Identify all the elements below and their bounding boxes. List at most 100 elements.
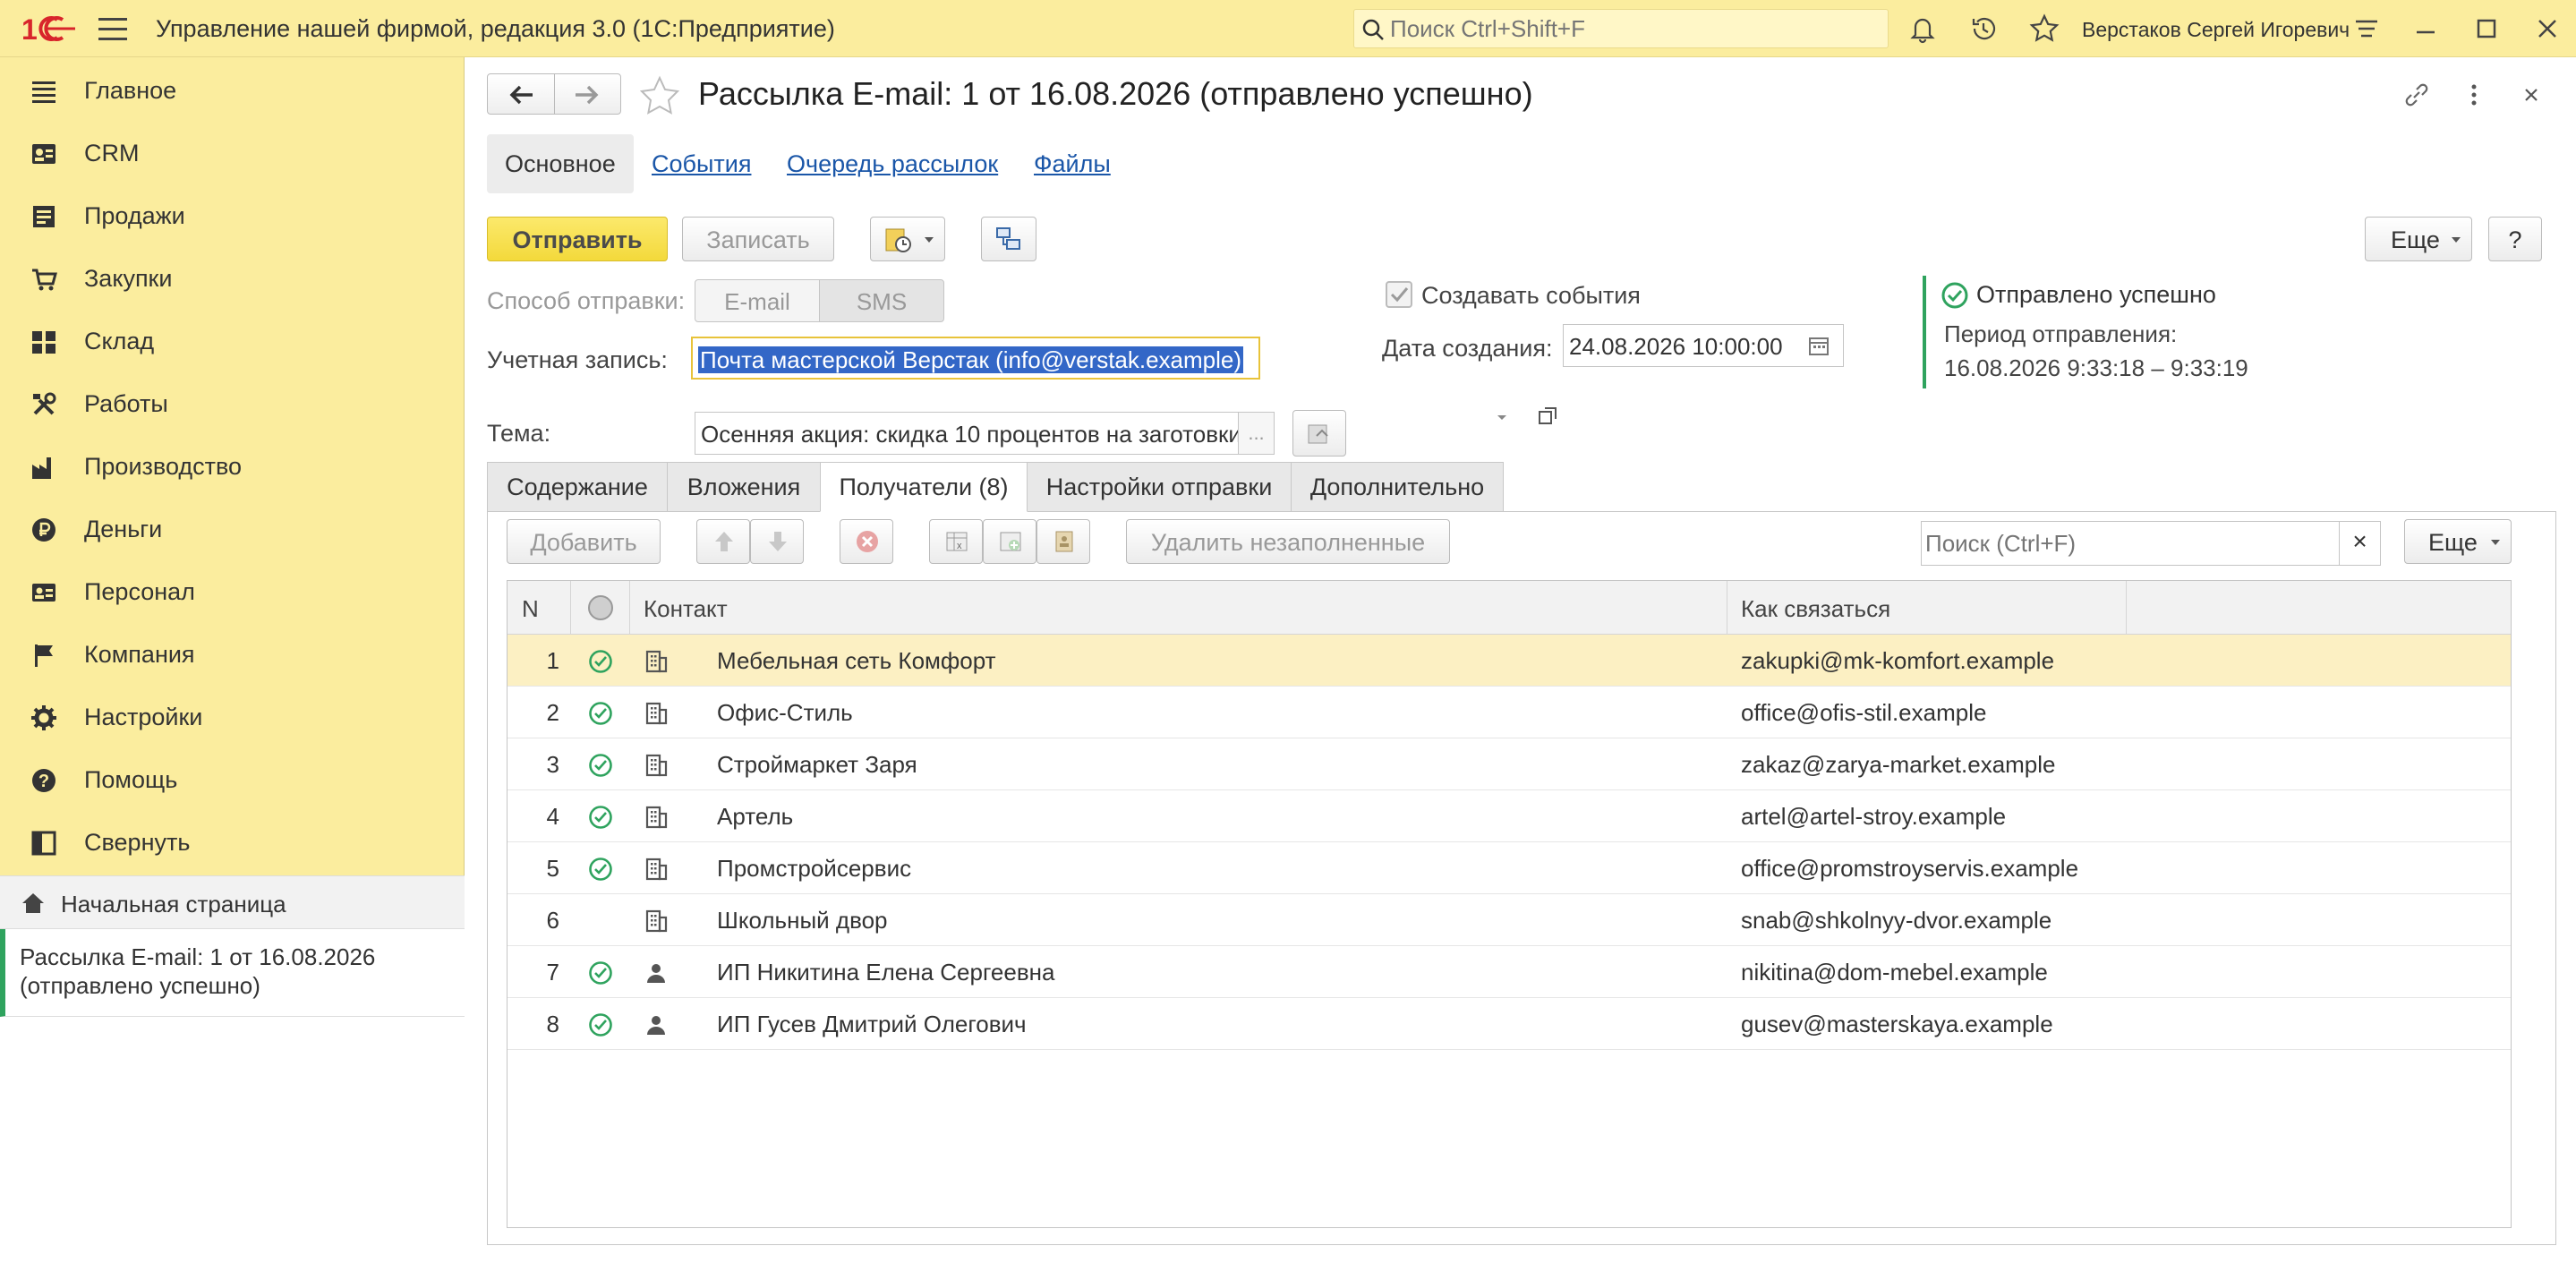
staff-icon xyxy=(32,584,55,602)
recipients-search[interactable]: × xyxy=(1921,521,2381,566)
more-actions-button[interactable]: Еще xyxy=(2365,217,2472,261)
account-dropdown-icon[interactable] xyxy=(1491,406,1513,428)
current-user[interactable]: Верстаков Сергей Игоревич xyxy=(2082,18,2350,42)
table-row[interactable]: 2 Офис-Стиль office@ofis-stil.example xyxy=(508,687,2511,738)
open-account-icon[interactable] xyxy=(1536,405,1559,428)
favorites-star-icon[interactable] xyxy=(2028,13,2060,45)
delete-empty-button[interactable]: Удалить незаполненные xyxy=(1126,519,1450,564)
column-how-to-contact[interactable]: Как связаться xyxy=(1741,595,1890,623)
table-row[interactable]: 6 Школьный двор snab@shkolnyy-dvor.example xyxy=(508,894,2511,946)
open-window-item[interactable]: Рассылка E-mail: 1 от 16.08.2026 (отправ… xyxy=(0,929,465,1017)
contact-email: artel@artel-stroy.example xyxy=(1741,803,2007,830)
recipients-table[interactable]: N Контакт Как связаться 1 Мебельная сеть … xyxy=(507,580,2512,1228)
close-form-icon[interactable] xyxy=(2515,79,2547,111)
tab-mailing-queue[interactable]: Очередь рассылок xyxy=(787,134,998,193)
global-search-input[interactable] xyxy=(1390,10,1873,47)
main-menu-icon[interactable] xyxy=(98,18,127,41)
organization-icon xyxy=(644,649,669,674)
row-number: 8 xyxy=(546,1011,559,1037)
delete-row-button[interactable] xyxy=(840,519,893,564)
tab-send-settings[interactable]: Настройки отправки xyxy=(1027,462,1292,512)
favorite-star-icon[interactable] xyxy=(637,75,682,118)
tab-additional[interactable]: Дополнительно xyxy=(1291,462,1504,512)
home-page-link[interactable]: Начальная страница xyxy=(0,875,465,929)
document-structure-icon xyxy=(996,227,1020,250)
sidebar-item-purchases[interactable]: Закупки xyxy=(0,249,465,308)
table-more-button[interactable]: Еще xyxy=(2404,519,2512,564)
minimize-icon[interactable] xyxy=(2411,14,2440,43)
sidebar-item-collapse[interactable]: Свернуть xyxy=(0,813,465,872)
sidebar-item-crm[interactable]: CRM xyxy=(0,124,465,183)
table-row[interactable]: 7 ИП Никитина Елена Сергеевна nikitina@dom… xyxy=(508,946,2511,998)
table-row[interactable]: 8 ИП Гусев Дмитрий Олегович gusev@mastersk… xyxy=(508,998,2511,1050)
send-button[interactable]: Отправить xyxy=(487,217,668,261)
method-sms-option[interactable]: SMS xyxy=(819,279,944,322)
sidebar-item-help[interactable]: ? Помощь xyxy=(0,750,465,809)
sidebar-item-label: Главное xyxy=(84,77,177,104)
tab-content[interactable]: Содержание xyxy=(487,462,668,512)
move-down-button[interactable] xyxy=(750,519,804,564)
delayed-send-button[interactable] xyxy=(870,217,945,261)
table-row[interactable]: 3 Строймаркет Заря zakaz@zarya-market.exam… xyxy=(508,738,2511,790)
sidebar-item-settings[interactable]: Настройки xyxy=(0,687,465,747)
bell-icon[interactable] xyxy=(1906,13,1939,45)
subject-template-button[interactable] xyxy=(1292,410,1346,457)
history-nav xyxy=(487,73,621,115)
table-row[interactable]: 1 Мебельная сеть Комфорт zakupki@mk-komfor… xyxy=(508,635,2511,687)
sidebar-item-production[interactable]: Производство xyxy=(0,437,465,496)
tab-recipients[interactable]: Получатели (8) xyxy=(820,462,1028,512)
more-vertical-icon[interactable] xyxy=(2458,79,2490,111)
clear-search-button[interactable]: × xyxy=(2339,522,2380,565)
maximize-icon[interactable] xyxy=(2472,14,2501,43)
tab-files[interactable]: Файлы xyxy=(1034,134,1111,193)
history-icon[interactable] xyxy=(1967,13,2000,45)
subject-label: Тема: xyxy=(487,420,551,447)
sidebar-item-main[interactable]: Главное xyxy=(0,61,465,120)
tab-events[interactable]: События xyxy=(652,134,751,193)
status-column-icon[interactable] xyxy=(586,593,615,622)
created-date-field[interactable]: 24.08.2026 10:00:00 xyxy=(1563,324,1844,367)
add-recipient-button[interactable]: Добавить xyxy=(507,519,661,564)
app-title: Управление нашей фирмой, редакция 3.0 (1… xyxy=(156,15,835,42)
table-row[interactable]: 4 Артель artel@artel-stroy.example xyxy=(508,790,2511,842)
subject-field[interactable]: Осенняя акция: скидка 10 процентов на за… xyxy=(695,412,1239,455)
save-button[interactable]: Записать xyxy=(682,217,834,261)
column-n[interactable]: N xyxy=(522,595,539,623)
add-from-list-button[interactable] xyxy=(983,519,1036,564)
forward-arrow-icon[interactable] xyxy=(574,83,601,107)
back-arrow-icon[interactable] xyxy=(508,83,534,107)
method-email-option[interactable]: E-mail xyxy=(695,279,820,322)
pick-from-excel-button[interactable]: x xyxy=(929,519,983,564)
create-events-checkbox[interactable] xyxy=(1384,279,1414,310)
help-button[interactable]: ? xyxy=(2488,217,2542,261)
title-bar: 1 Управление нашей фирмой, редакция 3.0 … xyxy=(0,0,2576,57)
calendar-icon[interactable] xyxy=(1806,333,1831,358)
recipients-search-input[interactable] xyxy=(1925,522,2337,565)
sidebar-item-sales[interactable]: Продажи xyxy=(0,186,465,245)
sidebar-item-company[interactable]: Компания xyxy=(0,625,465,684)
global-search[interactable] xyxy=(1353,9,1889,48)
link-icon[interactable] xyxy=(2401,79,2433,111)
structure-button[interactable] xyxy=(981,217,1036,261)
close-window-icon[interactable] xyxy=(2533,14,2562,43)
account-field[interactable]: Почта мастерской Верстак (info@verstak.e… xyxy=(691,337,1260,380)
1c-logo-icon[interactable]: 1 xyxy=(21,13,79,45)
sidebar-item-warehouse[interactable]: Склад xyxy=(0,311,465,371)
settings-menu-icon[interactable] xyxy=(2350,13,2383,45)
document-form: Рассылка E-mail: 1 от 16.08.2026 (отправ… xyxy=(465,57,2576,1263)
arrow-up-icon xyxy=(715,532,733,551)
sidebar-item-label: CRM xyxy=(84,140,140,166)
column-contact[interactable]: Контакт xyxy=(644,595,728,623)
table-row[interactable]: 5 Промстройсервис office@promstroyservis.e… xyxy=(508,842,2511,894)
tab-attachments[interactable]: Вложения xyxy=(667,462,821,512)
sidebar-item-works[interactable]: Работы xyxy=(0,374,465,433)
contact-email: nikitina@dom-mebel.example xyxy=(1741,959,2048,986)
address-book-button[interactable] xyxy=(1036,519,1090,564)
move-up-button[interactable] xyxy=(696,519,750,564)
subject-more-button[interactable]: ... xyxy=(1239,412,1275,455)
sidebar-item-staff[interactable]: Персонал xyxy=(0,562,465,621)
sidebar-item-money[interactable]: Деньги xyxy=(0,499,465,559)
send-period-value: 16.08.2026 9:33:18 – 9:33:19 xyxy=(1944,354,2248,381)
cart-icon xyxy=(32,269,57,291)
tab-main[interactable]: Основное xyxy=(487,134,634,193)
